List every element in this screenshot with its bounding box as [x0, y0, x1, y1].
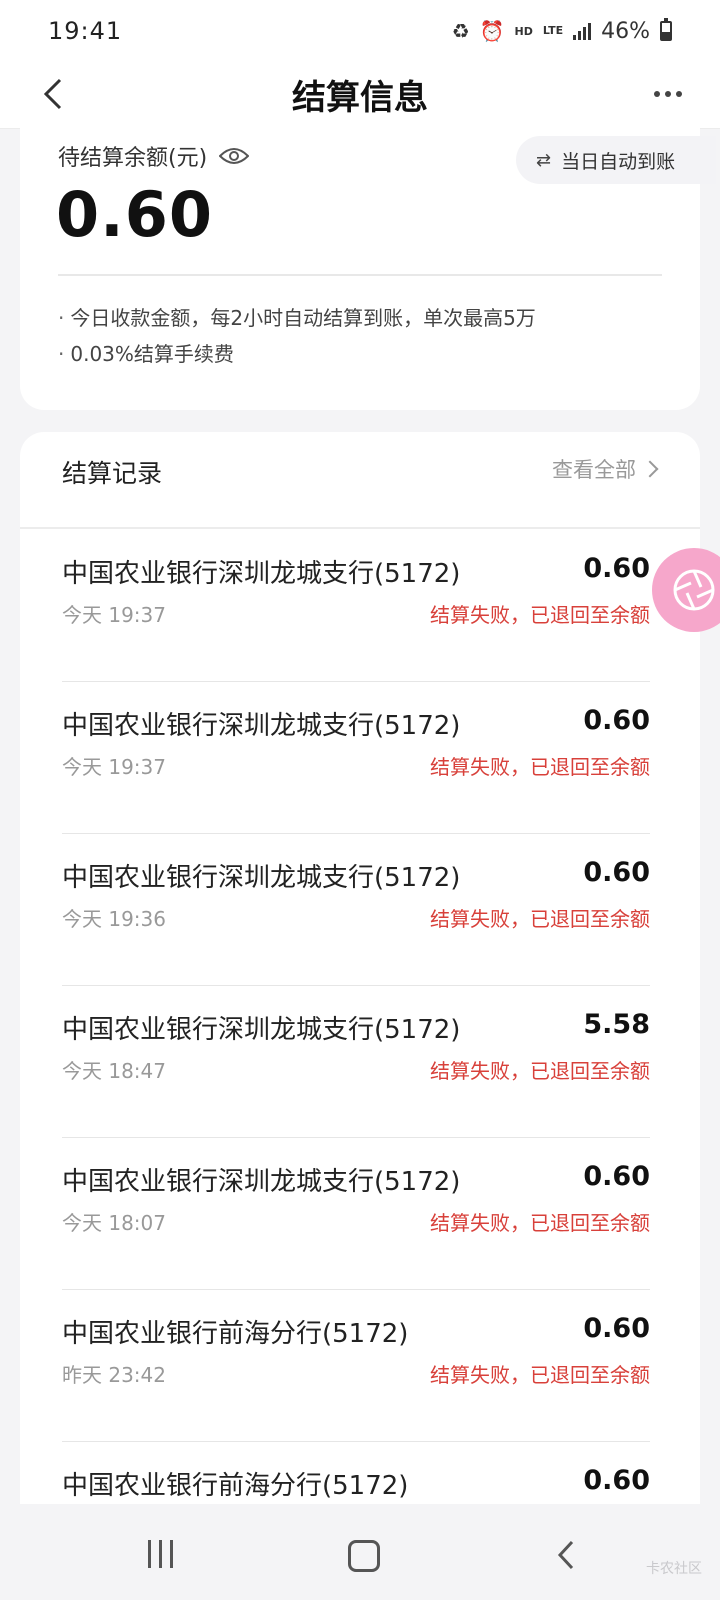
recent-apps-icon	[148, 1540, 151, 1568]
records-header: 结算记录 查看全部	[20, 432, 700, 529]
record-bank: 中国农业银行深圳龙城支行(5172)	[62, 863, 461, 893]
swap-icon: ⇄	[536, 149, 552, 171]
record-row[interactable]: 中国农业银行前海分行(5172) 0.60 昨天 23:42 结算失败，已退回至…	[62, 1289, 650, 1442]
camera-shutter-icon	[673, 569, 715, 611]
back-arrow-icon	[557, 1540, 574, 1570]
record-time: 今天 19:37	[62, 755, 166, 779]
record-status: 结算失败，已退回至余额	[430, 755, 650, 779]
record-amount: 0.60	[583, 1161, 650, 1192]
note-item: 今日收款金额，每2小时自动结算到账，单次最高5万	[58, 300, 535, 336]
records-card: 结算记录 查看全部 中国农业银行深圳龙城支行(5172) 0.60 今天 19:…	[20, 432, 700, 1512]
record-bank: 中国农业银行前海分行(5172)	[62, 1471, 409, 1501]
record-bank: 中国农业银行前海分行(5172)	[62, 1319, 409, 1349]
status-icons: ♻ ⏰ HD LTE 46%	[451, 18, 672, 44]
top-nav-bar: 结算信息	[0, 62, 720, 129]
recycle-icon: ♻	[451, 19, 470, 43]
record-time: 今天 19:37	[62, 603, 166, 627]
balance-amount: 0.60	[56, 178, 213, 251]
divider	[58, 274, 662, 276]
record-row[interactable]: 中国农业银行深圳龙城支行(5172) 5.58 今天 18:47 结算失败，已退…	[62, 985, 650, 1138]
auto-settle-label: 当日自动到账	[561, 150, 676, 173]
more-dots-icon	[654, 91, 660, 97]
record-amount: 5.58	[583, 1009, 650, 1040]
chevron-right-icon	[641, 460, 659, 478]
more-button[interactable]	[646, 76, 690, 112]
record-amount: 0.60	[583, 705, 650, 736]
signal-icon	[573, 22, 592, 40]
auto-settle-button[interactable]: ⇄ 当日自动到账	[516, 136, 716, 184]
record-bank: 中国农业银行深圳龙城支行(5172)	[62, 559, 461, 589]
battery-percent: 46%	[601, 18, 650, 44]
record-row[interactable]: 中国农业银行深圳龙城支行(5172) 0.60 今天 19:36 结算失败，已退…	[62, 833, 650, 986]
balance-label: 待结算余额(元)	[58, 146, 208, 171]
note-item: 0.03%结算手续费	[58, 336, 536, 372]
record-row[interactable]: 中国农业银行深圳龙城支行(5172) 0.60 今天 19:37 结算失败，已退…	[62, 681, 650, 834]
hd-icon: HD	[514, 24, 533, 38]
balance-label-row: 待结算余额(元)	[58, 140, 250, 172]
records-title: 结算记录	[62, 459, 163, 488]
system-nav-bar: 卡农社区	[0, 1504, 720, 1600]
alarm-icon: ⏰	[479, 19, 505, 43]
record-row[interactable]: 中国农业银行前海分行(5172) 0.60	[62, 1441, 650, 1512]
watermark: 卡农社区	[646, 1561, 702, 1577]
home-button[interactable]	[348, 1540, 380, 1572]
view-all-label: 查看全部	[552, 458, 636, 482]
record-status: 结算失败，已退回至余额	[430, 1363, 650, 1387]
settlement-notes: 今日收款金额，每2小时自动结算到账，单次最高5万 0.03%结算手续费	[58, 300, 536, 372]
record-bank: 中国农业银行深圳龙城支行(5172)	[62, 711, 461, 741]
status-time: 19:41	[48, 17, 123, 45]
record-amount: 0.60	[583, 857, 650, 888]
battery-icon	[660, 18, 672, 41]
record-row[interactable]: 中国农业银行深圳龙城支行(5172) 0.60 今天 19:37 结算失败，已退…	[62, 529, 650, 682]
record-time: 昨天 23:42	[62, 1363, 166, 1387]
record-status: 结算失败，已退回至余额	[430, 1211, 650, 1235]
record-time: 今天 18:07	[62, 1211, 166, 1235]
record-status: 结算失败，已退回至余额	[430, 1059, 650, 1083]
record-amount: 0.60	[583, 553, 650, 584]
status-bar: 19:41 ♻ ⏰ HD LTE 46%	[0, 0, 720, 62]
record-bank: 中国农业银行深圳龙城支行(5172)	[62, 1015, 461, 1045]
eye-icon[interactable]	[219, 146, 250, 166]
record-status: 结算失败，已退回至余额	[430, 603, 650, 627]
record-status: 结算失败，已退回至余额	[430, 907, 650, 931]
record-amount: 0.60	[583, 1313, 650, 1344]
record-time: 今天 19:36	[62, 907, 166, 931]
balance-card: 待结算余额(元) ⇄ 当日自动到账 0.60 今日收款金额，每2小时自动结算到账…	[20, 128, 716, 410]
system-back-button[interactable]	[552, 1540, 582, 1570]
recent-apps-button[interactable]	[148, 1540, 178, 1570]
view-all-link[interactable]: 查看全部	[552, 454, 659, 484]
record-time: 今天 18:47	[62, 1059, 166, 1083]
page-title: 结算信息	[292, 78, 428, 118]
lte-icon: LTE	[542, 24, 564, 37]
record-amount: 0.60	[583, 1465, 650, 1496]
record-bank: 中国农业银行深圳龙城支行(5172)	[62, 1167, 461, 1197]
record-row[interactable]: 中国农业银行深圳龙城支行(5172) 0.60 今天 18:07 结算失败，已退…	[62, 1137, 650, 1290]
